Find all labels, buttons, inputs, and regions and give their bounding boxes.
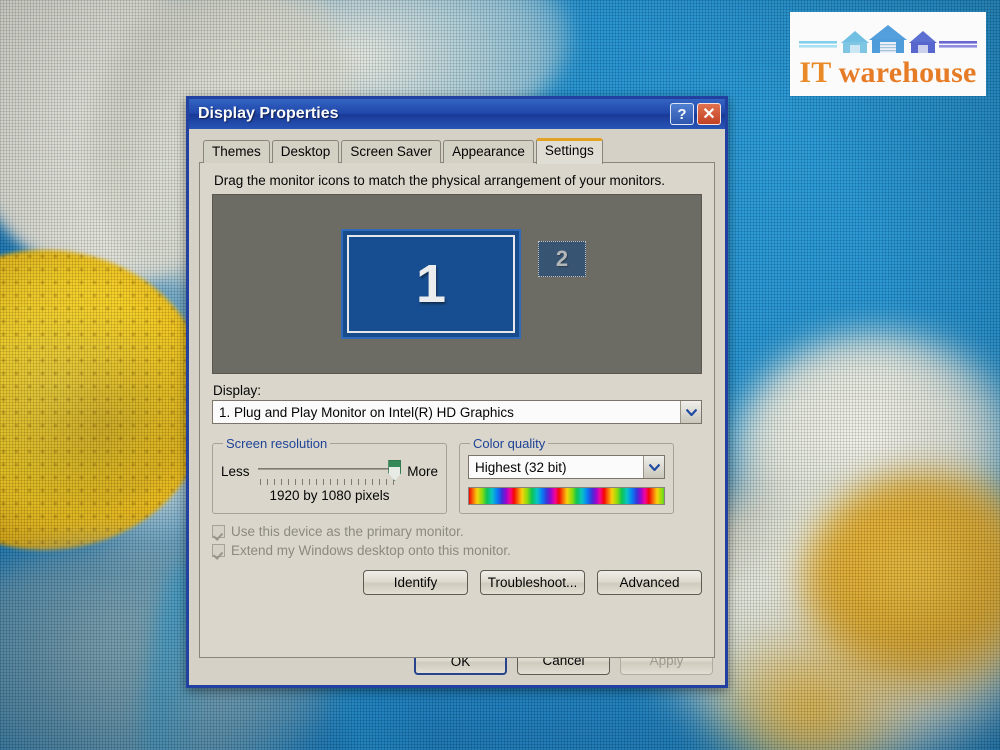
color-quality-dropdown[interactable]: Highest (32 bit) <box>468 455 665 479</box>
tab-desktop[interactable]: Desktop <box>271 140 340 163</box>
tab-strip: Themes Desktop Screen Saver Appearance S… <box>199 137 715 164</box>
tab-screen-saver[interactable]: Screen Saver <box>341 140 442 163</box>
logo-text-warehouse: warehouse <box>830 55 977 89</box>
extend-desktop-checkbox-row[interactable]: Extend my Windows desktop onto this moni… <box>212 543 702 558</box>
resolution-slider-row: Less More <box>221 457 438 485</box>
it-warehouse-logo: IT warehouse <box>790 12 986 96</box>
warehouse-houses-icon <box>799 24 977 53</box>
tab-settings[interactable]: Settings <box>535 138 603 164</box>
chevron-down-icon[interactable] <box>643 456 664 478</box>
slider-thumb[interactable] <box>388 460 402 481</box>
logo-text-it: IT <box>799 55 831 89</box>
logo-wordmark: IT warehouse <box>799 55 977 89</box>
screen-resolution-legend: Screen resolution <box>226 436 328 451</box>
extend-desktop-label: Extend my Windows desktop onto this moni… <box>231 543 511 558</box>
help-icon[interactable]: ? <box>670 103 694 125</box>
tab-appearance[interactable]: Appearance <box>443 140 534 163</box>
dialog-titlebar[interactable]: Display Properties ? ✕ <box>189 99 725 129</box>
monitor-arrangement-canvas[interactable]: 1 2 <box>212 194 702 374</box>
primary-monitor-checkbox-row[interactable]: Use this device as the primary monitor. <box>212 524 702 539</box>
monitor-arrangement-hint: Drag the monitor icons to match the phys… <box>214 173 665 188</box>
slider-track <box>257 468 398 470</box>
monitor-icon-1-number: 1 <box>415 254 447 314</box>
settings-groups-row: Screen resolution Less More 1920 by 1080… <box>212 436 702 514</box>
troubleshoot-button[interactable]: Troubleshoot... <box>480 570 585 595</box>
checkbox-icon[interactable] <box>212 525 225 538</box>
slider-more-label: More <box>407 463 438 479</box>
close-icon[interactable]: ✕ <box>697 103 721 125</box>
slider-less-label: Less <box>221 463 250 479</box>
color-quality-value: Highest (32 bit) <box>475 459 567 475</box>
slider-ticks <box>259 479 398 485</box>
screen-resolution-group: Screen resolution Less More 1920 by 1080… <box>212 436 447 514</box>
chevron-down-icon[interactable] <box>680 401 701 423</box>
settings-tab-panel: Drag the monitor icons to match the phys… <box>199 162 715 658</box>
monitor-icon-2-number: 2 <box>555 246 569 271</box>
display-properties-dialog: Display Properties ? ✕ Themes Desktop Sc… <box>186 96 728 688</box>
resolution-value-text: 1920 by 1080 pixels <box>269 488 390 503</box>
monitor-icon-1[interactable]: 1 <box>341 229 521 339</box>
monitor-icon-1-screen: 1 <box>347 235 515 333</box>
color-quality-legend: Color quality <box>473 436 546 451</box>
dialog-body: Themes Desktop Screen Saver Appearance S… <box>189 129 725 685</box>
identify-button[interactable]: Identify <box>363 570 468 595</box>
dialog-title: Display Properties <box>198 105 339 122</box>
display-dropdown-value: 1. Plug and Play Monitor on Intel(R) HD … <box>219 404 514 420</box>
color-quality-group: Color quality Highest (32 bit) <box>459 436 674 514</box>
settings-action-buttons: Identify Troubleshoot... Advanced <box>212 570 702 595</box>
display-dropdown[interactable]: 1. Plug and Play Monitor on Intel(R) HD … <box>212 400 702 424</box>
monitor-options-checkboxes: Use this device as the primary monitor. … <box>212 524 702 558</box>
display-label: Display: <box>213 383 262 398</box>
tab-themes[interactable]: Themes <box>203 140 270 163</box>
color-spectrum-bar <box>468 487 665 505</box>
resolution-slider[interactable] <box>256 457 402 485</box>
monitor-icon-2[interactable]: 2 <box>538 241 586 277</box>
checkbox-icon[interactable] <box>212 544 225 557</box>
advanced-button[interactable]: Advanced <box>597 570 702 595</box>
primary-monitor-label: Use this device as the primary monitor. <box>231 524 464 539</box>
